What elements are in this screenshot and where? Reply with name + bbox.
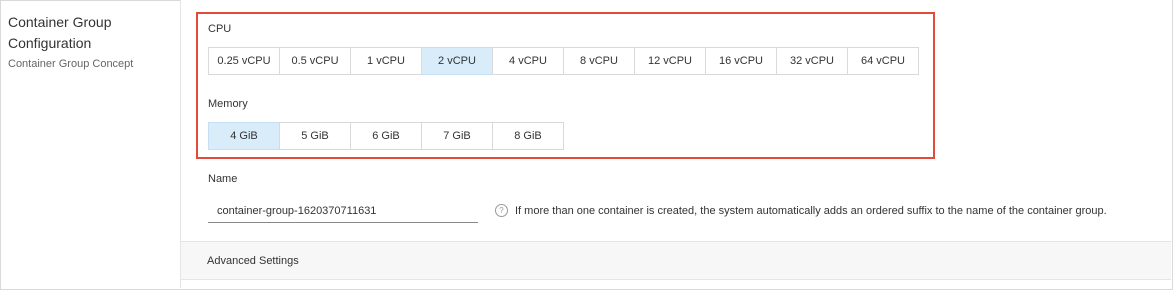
- cpu-option[interactable]: 1 vCPU: [350, 47, 422, 75]
- cpu-option[interactable]: 8 vCPU: [563, 47, 635, 75]
- advanced-settings-label: Advanced Settings: [207, 255, 299, 267]
- cpu-option[interactable]: 12 vCPU: [634, 47, 706, 75]
- question-circle-icon[interactable]: ?: [495, 204, 508, 217]
- cpu-option[interactable]: 32 vCPU: [776, 47, 848, 75]
- memory-option[interactable]: 4 GiB: [208, 122, 280, 150]
- cpu-option[interactable]: 0.5 vCPU: [279, 47, 351, 75]
- cpu-option[interactable]: 2 vCPU: [421, 47, 493, 75]
- section-header: Container Group Configuration Container …: [8, 12, 168, 70]
- cpu-option[interactable]: 4 vCPU: [492, 47, 564, 75]
- memory-label: Memory: [208, 98, 248, 110]
- section-title: Container Group Configuration: [8, 14, 112, 51]
- cpu-option[interactable]: 16 vCPU: [705, 47, 777, 75]
- memory-option[interactable]: 5 GiB: [279, 122, 351, 150]
- name-input[interactable]: [208, 199, 478, 223]
- concept-link[interactable]: Container Group Concept: [8, 58, 168, 70]
- advanced-settings-bar[interactable]: Advanced Settings: [181, 241, 1171, 280]
- cpu-option[interactable]: 0.25 vCPU: [208, 47, 280, 75]
- cpu-label: CPU: [208, 23, 232, 35]
- cpu-option[interactable]: 64 vCPU: [847, 47, 919, 75]
- memory-option[interactable]: 6 GiB: [350, 122, 422, 150]
- memory-option[interactable]: 7 GiB: [421, 122, 493, 150]
- memory-selector: 4 GiB 5 GiB 6 GiB 7 GiB 8 GiB: [208, 122, 564, 150]
- memory-option[interactable]: 8 GiB: [492, 122, 564, 150]
- cpu-selector: 0.25 vCPU 0.5 vCPU 1 vCPU 2 vCPU 4 vCPU 8 vCP…: [208, 47, 919, 75]
- name-help-text: If more than one container is created, t…: [515, 205, 1107, 217]
- name-label: Name: [208, 173, 238, 185]
